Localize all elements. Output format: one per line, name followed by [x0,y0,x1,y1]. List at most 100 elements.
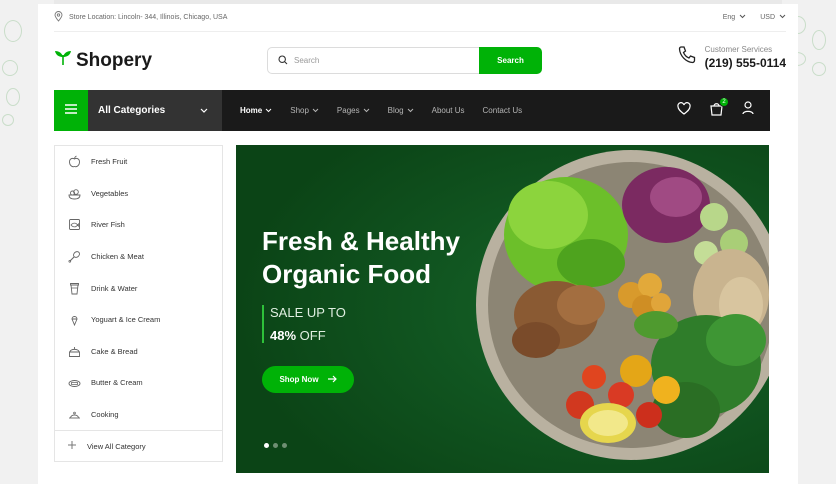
map-pin-icon [54,11,63,24]
logo[interactable]: Shopery [54,50,152,72]
ice-cream-icon [67,313,81,327]
search-placeholder: Search [294,56,320,65]
category-label: Butter & Cream [91,378,143,388]
service-phone[interactable]: (219) 555-0114 [705,56,786,70]
category-butter-cream[interactable]: Butter & Cream [55,367,222,399]
drumstick-icon [67,250,81,264]
category-fresh-fruit[interactable]: Fresh Fruit [55,146,222,178]
carousel-dot[interactable] [282,443,287,448]
customer-service: Customer Services (219) 555-0114 [677,45,786,70]
hero-banner: Fresh & Healthy Organic Food SALE UP TO … [236,145,769,473]
category-label: Chicken & Meat [91,252,144,262]
currency-select[interactable]: USD [760,14,786,21]
plus-icon [67,440,77,452]
hamburger-icon [64,102,78,120]
discount-suffix: OFF [299,328,326,343]
store-location: Store Location: Lincoln- 344, Illinois, … [54,11,227,24]
sale-info: SALE UP TO 48% OFF [262,305,346,343]
fish-icon [67,218,81,232]
top-bar: Store Location: Lincoln- 344, Illinois, … [54,4,786,32]
page: Store Location: Lincoln- 344, Illinois, … [38,4,798,484]
nav-pages-label: Pages [336,106,360,115]
nav-blog[interactable]: Blog [388,106,414,115]
phone-icon [677,45,697,70]
hero-title-line1: Fresh & Healthy [262,226,460,256]
brand-name: Shopery [76,50,153,71]
category-vegetables[interactable]: Vegetables [55,178,222,210]
cart-button[interactable]: 2 [709,96,729,121]
nav-home[interactable]: Home [240,106,272,115]
veggie-outline-icon [6,88,20,106]
category-label: River Fish [91,220,125,230]
language-value: Eng [722,14,736,21]
view-all-label: View All Category [87,441,146,451]
leaf-logo-icon [54,50,72,72]
chevron-down-icon [779,14,786,21]
category-drink-water[interactable]: Drink & Water [55,272,222,304]
veggie-outline-icon [4,20,22,42]
view-all-category-link[interactable]: View All Category [55,430,222,461]
chevron-down-icon [312,106,319,115]
heart-icon[interactable] [677,101,691,120]
nav-about-label: About Us [431,106,465,115]
nav-shop[interactable]: Shop [290,106,319,115]
veggie-outline-icon [2,60,18,76]
cup-icon [67,281,81,295]
category-yoguart-ice-cream[interactable]: Yoguart & Ice Cream [55,304,222,336]
service-label: Customer Services [704,45,773,54]
chevron-down-icon [265,106,272,115]
butter-icon [67,376,81,390]
veggie-outline-icon [812,30,826,50]
currency-value: USD [760,14,775,21]
hero-title-line2: Organic Food [262,259,431,289]
nav-icons: 2 [677,96,770,121]
search-input[interactable]: Search [267,47,479,74]
nav-contact-label: Contact Us [482,106,523,115]
category-label: Cooking [91,410,119,420]
veggie-outline-icon [812,62,826,76]
user-icon[interactable] [742,101,754,120]
category-label: Yoguart & Ice Cream [91,315,161,325]
category-label: Fresh Fruit [91,157,128,167]
discount-value: 48% [270,328,297,343]
all-categories-label: All Categories [98,105,166,116]
sale-line: SALE UP TO [270,305,346,320]
category-cake-bread[interactable]: Cake & Bread [55,336,222,368]
all-categories-dropdown[interactable]: All Categories [88,90,222,131]
cooking-pot-icon [67,408,81,422]
arrow-right-icon [327,375,337,385]
menu-button[interactable] [54,90,88,131]
nav-contact[interactable]: Contact Us [483,106,523,115]
nav-links: Home Shop Pages Blog About Us Contact Us [240,106,522,115]
category-label: Drink & Water [91,283,138,293]
chevron-down-icon [739,14,746,21]
search-bar: Search Search [267,47,542,74]
category-label: Cake & Bread [91,346,138,356]
discount-line: 48% OFF [270,328,346,343]
chevron-down-icon [200,105,208,116]
carousel-dot[interactable] [273,443,278,448]
search-button[interactable]: Search [479,47,542,74]
chevron-down-icon [407,106,414,115]
category-sidebar: Fresh Fruit Vegetables River Fish Chicke… [54,145,223,462]
hero-title: Fresh & Healthy Organic Food [262,225,460,291]
category-chicken-meat[interactable]: Chicken & Meat [55,241,222,273]
category-cooking[interactable]: Cooking [55,399,222,431]
category-label: Vegetables [91,188,129,198]
carousel-dot-active[interactable] [264,443,269,448]
language-select[interactable]: Eng [723,14,746,21]
shop-now-label: Shop Now [279,375,319,384]
nav-shop-label: Shop [290,106,309,115]
vegetables-icon [67,186,81,200]
carousel-dots [264,443,287,448]
search-icon [278,54,288,67]
shop-now-button[interactable]: Shop Now [262,366,354,393]
category-river-fish[interactable]: River Fish [55,209,222,241]
nav-about[interactable]: About Us [432,106,465,115]
nav-pages[interactable]: Pages [337,106,370,115]
apple-icon [67,155,81,169]
store-location-text: Store Location: Lincoln- 344, Illinois, … [69,14,228,21]
header: Shopery Search Search Customer Services … [54,32,786,90]
chevron-down-icon [363,106,370,115]
main-navbar: All Categories Home Shop Pages Blog Abou… [54,90,770,131]
